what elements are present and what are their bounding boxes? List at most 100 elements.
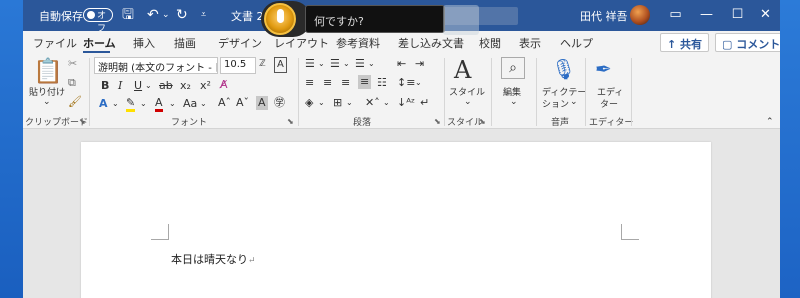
clear-formatting-icon[interactable]: A̸ <box>220 78 228 92</box>
customize-toolbar-icon[interactable]: ⩡ <box>201 6 206 24</box>
tab-insert[interactable]: 挿入 <box>133 35 155 51</box>
distributed-icon[interactable]: ☷ <box>377 76 387 90</box>
paragraph-launcher-icon[interactable]: ⬊ <box>434 117 441 126</box>
tell-me-placeholder[interactable]: 何ですか? <box>314 13 364 29</box>
clipboard-launcher-icon[interactable]: ⬊ <box>79 117 86 126</box>
align-left-icon[interactable]: ≡ <box>305 76 314 90</box>
bullets-icon[interactable]: ☰ <box>305 57 315 71</box>
shrink-font-icon[interactable]: Aˇ <box>236 96 249 110</box>
bold-icon[interactable]: B <box>101 79 109 93</box>
collapse-ribbon-icon[interactable]: ⌃ <box>766 115 774 129</box>
underline-dropdown-icon[interactable]: ⌄ <box>145 79 152 93</box>
bullets-dropdown-icon[interactable]: ⌄ <box>318 57 325 71</box>
increase-indent-icon[interactable]: ⇥ <box>415 57 424 71</box>
autosave-toggle[interactable]: オフ <box>83 8 113 34</box>
font-color-icon[interactable]: A <box>155 97 163 112</box>
undo-icon[interactable]: ↶ <box>147 6 159 24</box>
char-size-icon[interactable]: Aa <box>183 97 197 111</box>
line-spacing-dropdown-icon[interactable]: ⌄ <box>415 76 422 90</box>
decrease-indent-icon[interactable]: ⇤ <box>397 57 406 71</box>
copy-icon[interactable]: ⧉ <box>68 76 76 90</box>
char-size-dropdown-icon[interactable]: ⌄ <box>200 97 207 111</box>
styles-icon[interactable]: A <box>454 57 471 83</box>
highlight-dropdown-icon[interactable]: ⌄ <box>140 97 147 111</box>
font-color-dropdown-icon[interactable]: ⌄ <box>169 97 176 111</box>
multilevel-dropdown-icon[interactable]: ⌄ <box>368 57 375 71</box>
tab-design[interactable]: デザイン <box>218 35 262 51</box>
tab-layout[interactable]: レイアウト <box>274 35 329 51</box>
comment-button[interactable]: ▢ コメント <box>715 33 780 52</box>
tab-review[interactable]: 校閲 <box>479 35 501 51</box>
sort-icon[interactable]: ↓ᴬᶻ <box>397 96 415 110</box>
font-size-combo[interactable]: 10.5 <box>220 57 256 74</box>
minimize-button[interactable]: — <box>691 0 722 31</box>
editor-icon[interactable]: ✒ <box>595 57 612 81</box>
margin-corner-top-left <box>151 224 169 240</box>
tab-file[interactable]: ファイル <box>33 35 77 51</box>
microphone-icon[interactable]: 🎙 <box>551 57 576 81</box>
dictation-dropdown-icon[interactable]: ⌄ <box>570 97 578 107</box>
save-icon[interactable]: 🖫 <box>122 6 134 24</box>
align-right-icon[interactable]: ≡ <box>341 76 350 90</box>
justify-icon[interactable]: ≡ <box>358 75 372 89</box>
strikethrough-icon[interactable]: ab <box>159 79 173 93</box>
borders-dropdown-icon[interactable]: ⌄ <box>346 96 353 110</box>
asian-layout-icon[interactable]: ✕˄ <box>365 96 380 110</box>
share-button[interactable]: ↑ 共有 <box>660 33 710 52</box>
font-name-combo[interactable]: 游明朝 (本文のフォント - 日本 <box>94 57 218 74</box>
styles-dropdown-icon[interactable]: ⌄ <box>464 97 472 107</box>
tell-me-assistant[interactable] <box>261 1 311 37</box>
find-icon[interactable]: ⌕ <box>501 57 525 79</box>
document-page[interactable]: 本日は晴天なり↵ <box>81 142 711 298</box>
ribbon-tabs: ファイル ホーム 挿入 描画 デザイン レイアウト 参考資料 差し込み文書 校閲… <box>23 31 780 55</box>
divider <box>298 58 299 126</box>
tab-draw[interactable]: 描画 <box>174 35 196 51</box>
change-case-icon[interactable]: ℤ <box>259 57 266 71</box>
show-marks-icon[interactable]: ↵ <box>420 96 429 110</box>
tell-me-popup[interactable]: 何ですか? <box>305 5 445 33</box>
enclose-chars-icon[interactable]: ㊫ <box>274 96 285 110</box>
multilevel-list-icon[interactable]: ☰ <box>355 57 365 71</box>
numbering-icon[interactable]: ☰ <box>330 57 340 71</box>
tab-references[interactable]: 参考資料 <box>336 35 380 51</box>
char-shading-icon[interactable]: A <box>256 96 268 110</box>
redo-icon[interactable]: ↻ <box>176 6 188 24</box>
microphone-icon <box>277 9 284 23</box>
user-name[interactable]: 田代 祥吾 <box>580 8 628 24</box>
maximize-button[interactable]: ☐ <box>722 0 753 31</box>
paste-icon[interactable]: 📋 <box>33 58 63 84</box>
italic-icon[interactable]: I <box>118 79 122 93</box>
superscript-icon[interactable]: x² <box>200 79 211 93</box>
close-button[interactable]: ✕ <box>750 0 780 31</box>
shading-icon[interactable]: ◈ <box>305 96 313 110</box>
numbering-dropdown-icon[interactable]: ⌄ <box>343 57 350 71</box>
format-painter-icon[interactable]: 🖌 <box>68 95 82 109</box>
text-effects-dropdown-icon[interactable]: ⌄ <box>112 97 119 111</box>
avatar[interactable] <box>630 5 650 25</box>
ribbon-display-options-icon[interactable]: ▭ <box>660 0 691 31</box>
underline-icon[interactable]: U <box>134 79 142 93</box>
editing-dropdown-icon[interactable]: ⌄ <box>510 97 518 107</box>
editor-label-2[interactable]: ター <box>600 97 618 110</box>
subscript-icon[interactable]: x₂ <box>180 79 191 93</box>
shading-dropdown-icon[interactable]: ⌄ <box>318 96 325 110</box>
align-center-icon[interactable]: ≡ <box>323 76 332 90</box>
line-spacing-icon[interactable]: ↕≡ <box>397 76 415 90</box>
grow-font-icon[interactable]: Aˆ <box>218 96 231 110</box>
asian-layout-dropdown-icon[interactable]: ⌄ <box>383 96 390 110</box>
cut-icon[interactable]: ✂ <box>68 57 77 71</box>
font-launcher-icon[interactable]: ⬊ <box>287 117 294 126</box>
tab-mailings[interactable]: 差し込み文書 <box>398 35 464 51</box>
tab-help[interactable]: ヘルプ <box>560 35 593 51</box>
borders-icon[interactable]: ⊞ <box>333 96 342 110</box>
highlight-icon[interactable]: ✎ <box>126 97 136 112</box>
char-border-icon[interactable]: A <box>274 57 287 73</box>
tab-home[interactable]: ホーム <box>83 35 116 51</box>
dictation-label-2[interactable]: ション <box>542 97 569 110</box>
styles-launcher-icon[interactable]: ⬊ <box>479 117 486 126</box>
tab-view[interactable]: 表示 <box>519 35 541 51</box>
document-text[interactable]: 本日は晴天なり↵ <box>171 251 256 267</box>
undo-dropdown-icon[interactable]: ⌄ <box>162 6 170 24</box>
paste-dropdown-icon[interactable]: ⌄ <box>43 97 51 107</box>
text-effects-icon[interactable]: A <box>99 97 108 111</box>
